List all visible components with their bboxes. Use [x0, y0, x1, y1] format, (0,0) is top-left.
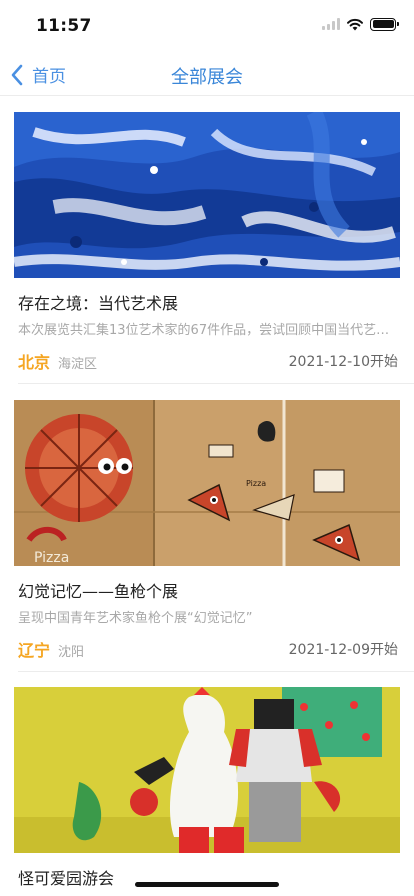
exhibition-city: 北京: [18, 353, 51, 372]
exhibition-image: Pizza Pizza: [14, 400, 400, 566]
exhibition-card[interactable]: Pizza Pizza 幻觉记忆——鱼枪个展 呈现中国青年艺术家鱼枪个展“幻觉记…: [0, 385, 414, 673]
svg-text:Pizza: Pizza: [246, 479, 266, 488]
exhibition-title: 幻觉记忆——鱼枪个展: [18, 582, 179, 601]
status-icons: [322, 17, 399, 31]
svg-text:Pizza: Pizza: [34, 550, 69, 566]
exhibition-district: 海淀区: [58, 357, 98, 372]
exhibition-title: 存在之境：当代艺术展: [18, 294, 179, 313]
navigation-bar: 首页 全部展会: [0, 50, 414, 96]
status-time: 11:57: [36, 16, 92, 36]
exhibition-location: 辽宁 沈阳: [18, 637, 84, 661]
page-title: 全部展会: [171, 67, 243, 88]
exhibition-city: 辽宁: [18, 641, 51, 660]
exhibition-image: [14, 687, 400, 853]
exhibition-district: 沈阳: [58, 645, 85, 660]
home-indicator: [135, 882, 279, 887]
exhibition-location: 北京 海淀区: [18, 349, 97, 373]
card-divider: [18, 383, 414, 384]
wifi-icon: [347, 18, 363, 31]
exhibition-title: 怪可爱园游会: [18, 869, 115, 888]
exhibition-image: [14, 112, 400, 278]
cellular-signal-icon: [322, 18, 340, 30]
exhibition-description: 呈现中国青年艺术家鱼枪个展“幻觉记忆”: [18, 611, 253, 626]
exhibition-date: 2021-12-09开始: [288, 642, 398, 658]
exhibition-description: 本次展览共汇集13位艺术家的67件作品，尝试回顾中国当代艺术的发展: [18, 323, 398, 338]
exhibition-card[interactable]: 存在之境：当代艺术展 本次展览共汇集13位艺术家的67件作品，尝试回顾中国当代艺…: [0, 97, 414, 385]
battery-icon: [370, 17, 399, 31]
exhibition-card[interactable]: 怪可爱园游会: [0, 673, 414, 896]
exhibition-date: 2021-12-10开始: [288, 354, 398, 370]
card-divider: [18, 671, 414, 672]
status-bar: 11:57: [0, 0, 414, 50]
